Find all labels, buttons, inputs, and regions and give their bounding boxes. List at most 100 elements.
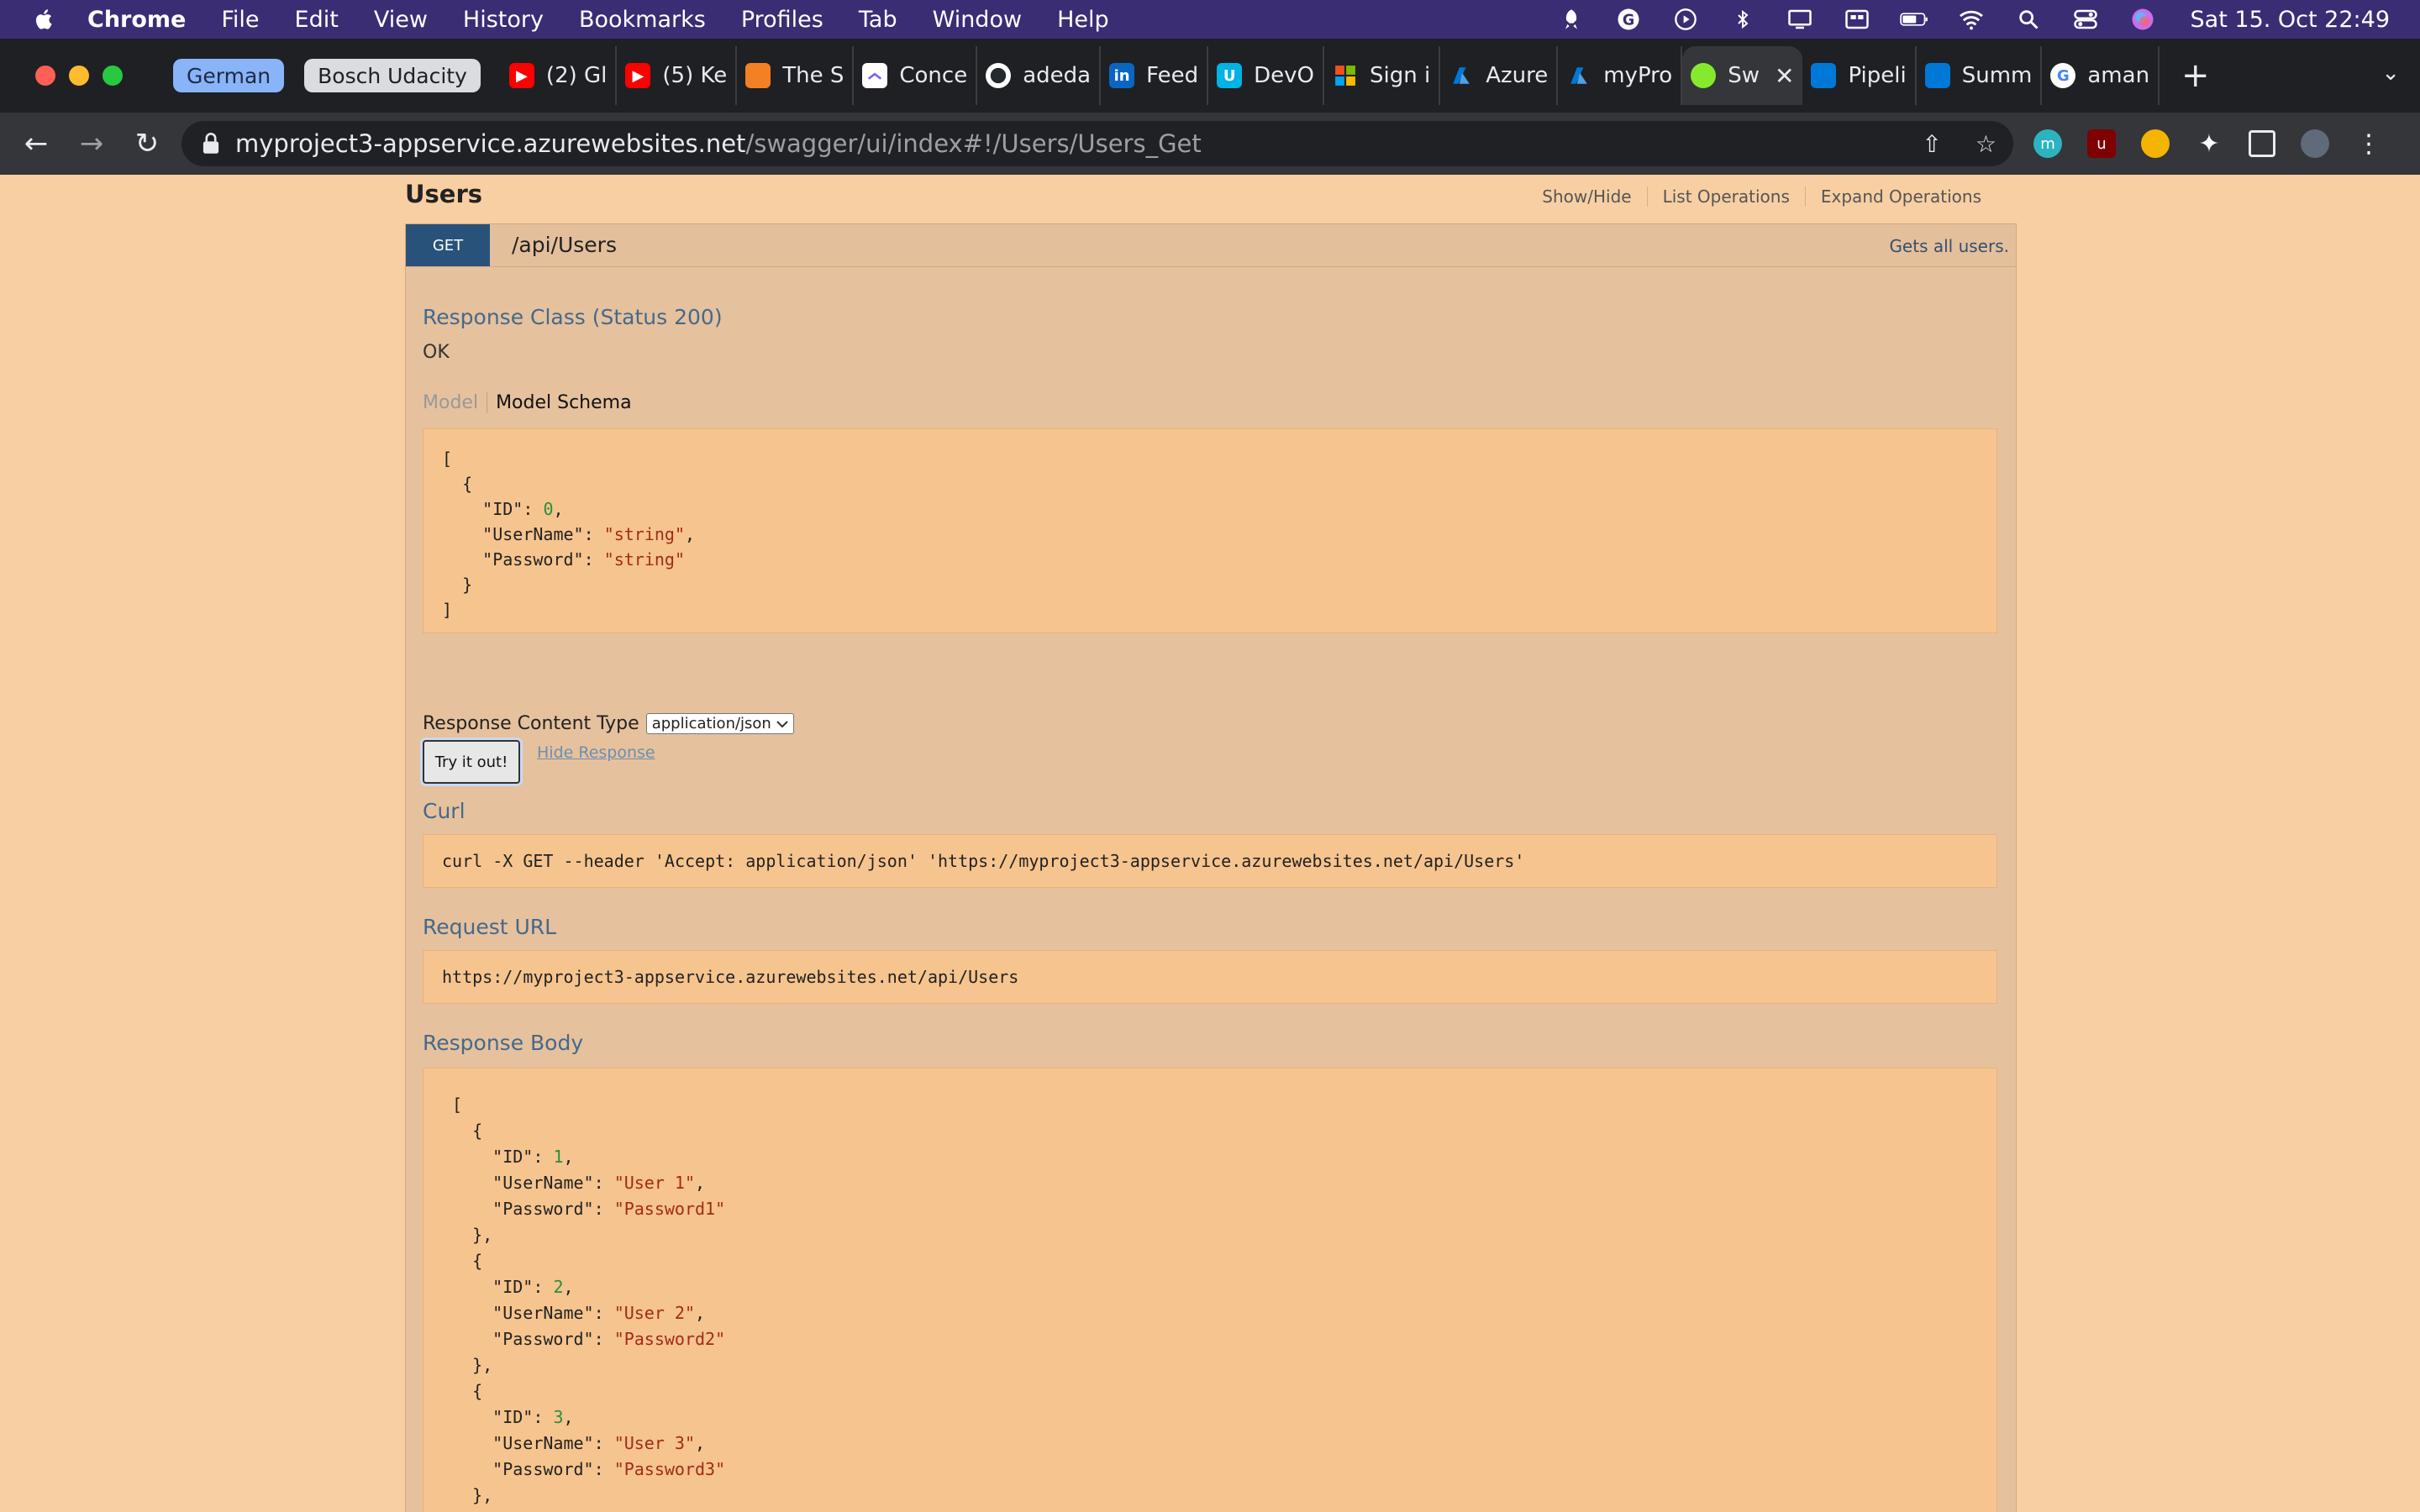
tab-swagger-active[interactable]: Sw ✕ [1682, 46, 1803, 105]
display-icon[interactable] [1786, 7, 1814, 32]
bookmark-star-icon[interactable]: ☆ [1975, 130, 1996, 158]
side-panel-icon[interactable] [2249, 130, 2275, 157]
youtube-icon: ▶ [508, 63, 534, 88]
show-hide-link[interactable]: Show/Hide [1527, 186, 1646, 207]
tab-label: Azure [1486, 63, 1549, 88]
tab-azure-myproject[interactable]: myPro [1558, 46, 1683, 105]
menubar-clock[interactable]: Sat 15. Oct 22:49 [2191, 7, 2390, 33]
menu-file[interactable]: File [221, 7, 259, 33]
tab-youtube-2[interactable]: ▶ (5) Ke [617, 46, 738, 105]
http-method-badge[interactable]: GET [406, 224, 490, 266]
spotlight-search-icon[interactable] [2014, 7, 2043, 32]
extensions-puzzle-icon[interactable]: ✦ [2195, 129, 2223, 159]
curl-heading: Curl [423, 799, 466, 823]
tab-udacity[interactable]: U DevO [1208, 46, 1324, 105]
tab-model[interactable]: Model [423, 392, 488, 413]
chrome-menu-icon[interactable]: ⋮ [2354, 129, 2383, 159]
reload-button[interactable]: ↻ [128, 124, 166, 163]
request-url-box: https://myproject3-appservice.azurewebsi… [423, 950, 1997, 1004]
bluetooth-icon[interactable] [1728, 7, 1757, 32]
request-url-heading: Request URL [423, 915, 557, 939]
new-tab-button[interactable]: + [2181, 56, 2210, 95]
tab-google[interactable]: Gaman [2042, 46, 2160, 105]
rocket-icon[interactable] [1557, 7, 1586, 32]
menu-profiles[interactable]: Profiles [741, 7, 823, 33]
url-host: myproject3-appservice.azurewebsites.net [235, 129, 746, 158]
tab-youtube-1[interactable]: ▶ (2) Gl [501, 46, 618, 105]
response-body-heading: Response Body [423, 1031, 584, 1055]
profile-avatar[interactable] [2301, 129, 2329, 158]
close-tab-icon[interactable]: ✕ [1775, 62, 1794, 90]
browser-toolbar: ← → ↻ myproject3-appservice.azurewebsite… [0, 113, 2420, 175]
macos-menu-bar: Chrome File Edit View History Bookmarks … [0, 0, 2420, 39]
wifi-icon[interactable] [1957, 7, 1986, 32]
operation-heading[interactable]: GET /api/Users Gets all users. [406, 224, 2016, 267]
tab-search-chevron-icon[interactable]: ⌄ [2381, 60, 2400, 86]
menu-help[interactable]: Help [1057, 7, 1109, 33]
tab-label: The S [782, 63, 844, 88]
response-content-type: Response Content Type application/json [423, 713, 794, 734]
model-schema-box: [ { "ID": 0, "UserName": "string", "Pass… [423, 428, 1997, 633]
azure-icon [1566, 63, 1591, 88]
azure-devops-icon [1811, 63, 1837, 88]
minimize-window-button[interactable] [69, 66, 89, 86]
tab-label: aman [2087, 63, 2150, 88]
fullscreen-window-button[interactable] [103, 66, 123, 86]
tab-azure-devops-summary[interactable]: Summ [1917, 46, 2043, 105]
tab-group-bosch-udacity[interactable]: Bosch Udacity [304, 59, 481, 92]
grammarly-icon[interactable]: G [1614, 7, 1643, 32]
response-body-box[interactable]: [ { "ID": 1, "UserName": "User 1", "Pass… [423, 1068, 1997, 1512]
menu-tab[interactable]: Tab [859, 7, 897, 33]
swagger-page: Users Show/Hide List Operations Expand O… [0, 175, 2420, 1512]
tab-azure[interactable]: Azure [1440, 46, 1559, 105]
forward-button[interactable]: → [72, 124, 111, 163]
tab-label: Conce [899, 63, 968, 88]
tab-microsoft[interactable]: Sign i [1324, 46, 1441, 105]
window-controls [35, 66, 136, 86]
menu-window[interactable]: Window [933, 7, 1022, 33]
menu-view[interactable]: View [374, 7, 428, 33]
linkedin-icon: in [1109, 63, 1135, 88]
resource-title[interactable]: Users [405, 180, 482, 208]
extension-m-icon[interactable]: m [2033, 129, 2062, 158]
hide-response-link[interactable]: Hide Response [537, 743, 655, 762]
ublock-origin-icon[interactable]: u [2087, 129, 2116, 158]
microsoft-icon [1333, 63, 1358, 88]
chrome-color-extension-icon[interactable] [2141, 129, 2170, 158]
browser-tab-strip: German Bosch Udacity ▶ (2) Gl ▶ (5) Ke The… [0, 39, 2420, 113]
response-status-text: OK [423, 342, 450, 363]
tab-azure-devops-pipelines[interactable]: Pipeli [1802, 46, 1917, 105]
tab-github[interactable]: adeda [977, 46, 1102, 105]
list-operations-link[interactable]: List Operations [1646, 186, 1805, 207]
apple-logo-icon[interactable] [32, 7, 57, 32]
request-url-value[interactable]: https://myproject3-appservice.azurewebsi… [442, 951, 1978, 1003]
tab-model-schema[interactable]: Model Schema [487, 392, 632, 413]
back-button[interactable]: ← [17, 124, 55, 163]
response-body-json[interactable]: [ { "ID": 1, "UserName": "User 1", "Pass… [452, 1092, 1996, 1512]
menu-bookmarks[interactable]: Bookmarks [579, 7, 706, 33]
tab-stackoverflow[interactable]: The S [737, 46, 855, 105]
tab-linkedin[interactable]: in Feed [1101, 46, 1209, 105]
tab-clickup[interactable]: Conce [854, 46, 978, 105]
operation-summary[interactable]: Gets all users. [1889, 236, 2009, 256]
try-it-out-button[interactable]: Try it out! [423, 740, 520, 784]
lock-icon[interactable] [202, 133, 220, 155]
menu-history[interactable]: History [463, 7, 544, 33]
close-window-button[interactable] [35, 66, 55, 86]
siri-icon[interactable] [2128, 7, 2157, 32]
menu-app-name[interactable]: Chrome [87, 7, 186, 33]
azure-icon [1449, 63, 1474, 88]
response-content-type-select[interactable]: application/json [645, 713, 794, 734]
control-center-icon[interactable] [2071, 7, 2100, 32]
play-icon[interactable] [1671, 7, 1700, 32]
address-bar[interactable]: myproject3-appservice.azurewebsites.net /… [182, 121, 2013, 166]
operation-path[interactable]: /api/Users [512, 233, 617, 257]
chevron-down-icon [776, 720, 788, 727]
share-icon[interactable]: ⇧ [1922, 130, 1941, 158]
menu-edit[interactable]: Edit [295, 7, 339, 33]
battery-icon[interactable] [1899, 7, 1928, 32]
expand-operations-link[interactable]: Expand Operations [1804, 186, 1996, 207]
curl-command[interactable]: curl -X GET --header 'Accept: applicatio… [442, 835, 1978, 887]
tab-group-german[interactable]: German [173, 59, 285, 92]
keyboard-layout-icon[interactable] [1843, 7, 1871, 32]
